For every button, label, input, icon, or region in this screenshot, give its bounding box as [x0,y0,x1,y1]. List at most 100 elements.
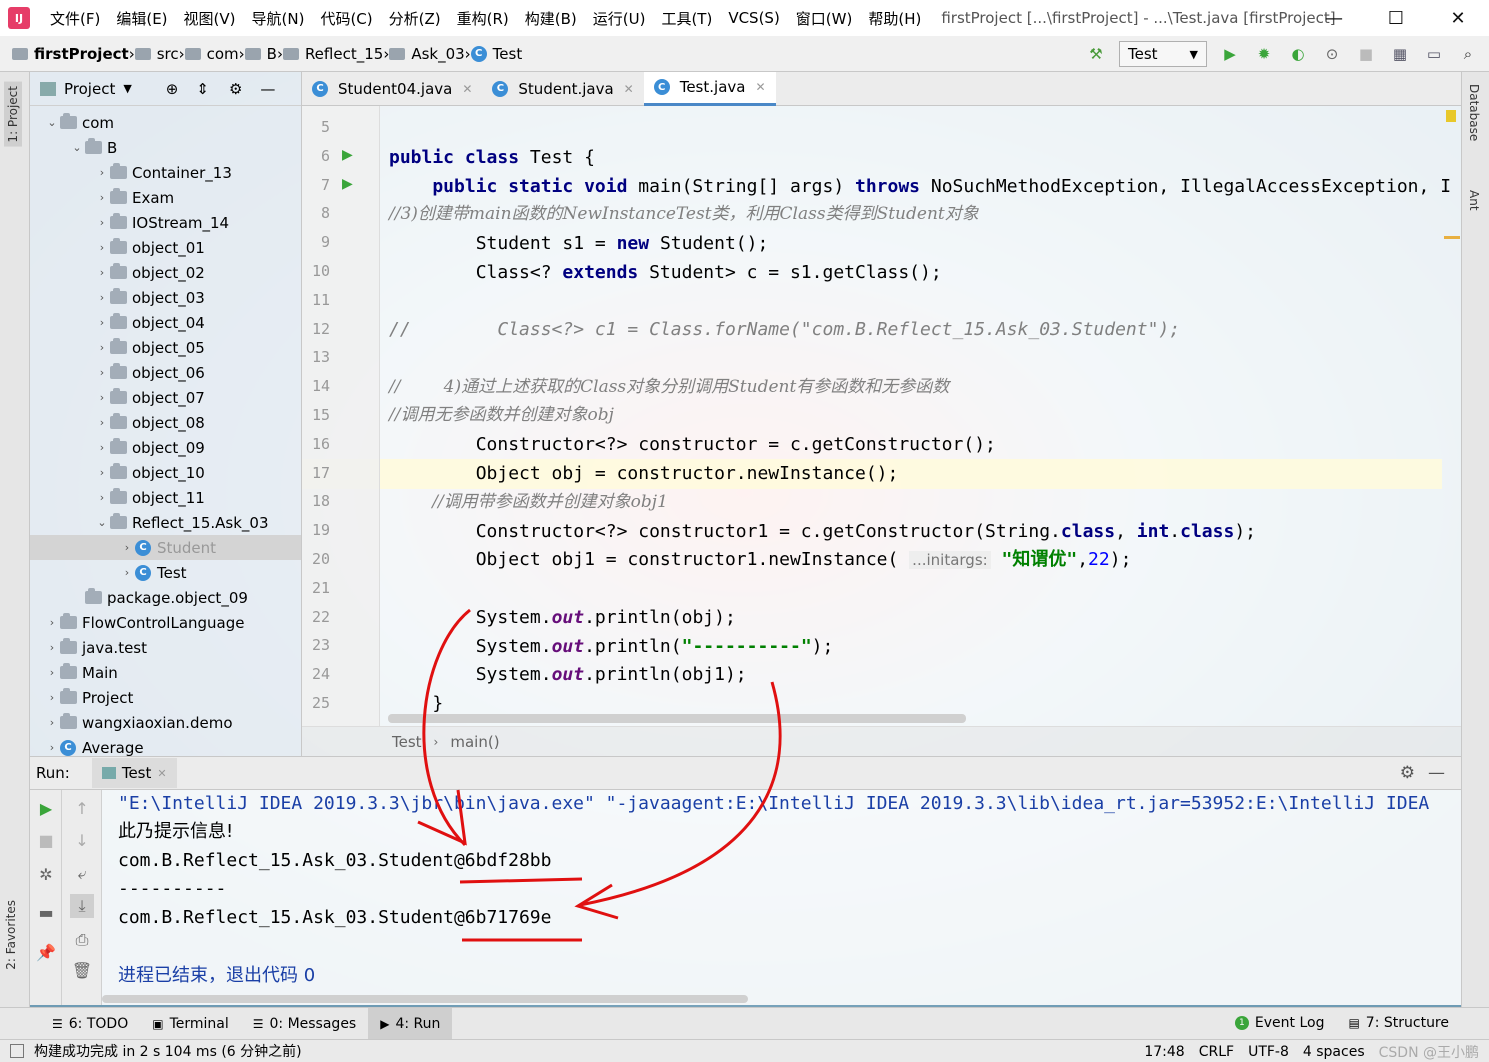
soft-wrap-icon[interactable]: ⤶ [70,862,94,886]
tree-item[interactable]: › object_08 [94,410,205,435]
tree-item[interactable]: › object_04 [94,310,205,335]
bottom-tab[interactable]: ▶ 4: Run [368,1007,453,1040]
tree-item[interactable]: › object_11 [94,485,205,510]
breadcrumb-item[interactable]: B [244,45,277,63]
build-hammer-icon[interactable]: ⚒ [1085,43,1107,65]
chevron-down-icon[interactable]: ⌄ [69,141,85,154]
chevron-right-icon[interactable]: › [94,491,110,504]
indent-setting[interactable]: 4 spaces [1303,1044,1365,1060]
project-structure-icon[interactable]: ▦ [1389,43,1411,65]
stop-icon[interactable]: ■ [1355,43,1377,65]
sdk-window-icon[interactable]: ▭ [1423,43,1445,65]
tree-item[interactable]: ⌄ Reflect_15.Ask_03 [94,510,269,535]
code-editor[interactable]: ▶ ▶ 5 6 7 8 9 10 11 12 13 14 15 16 17 18 19 20 21 22 23 24 2… [302,106,1461,726]
chevron-right-icon[interactable]: › [94,466,110,479]
crumb-class[interactable]: Test [392,733,422,751]
gear-icon[interactable]: ⚙ [1400,763,1415,783]
chevron-down-icon[interactable]: ▼ [123,82,131,95]
chevron-right-icon[interactable]: › [94,391,110,404]
coverage-icon[interactable]: ◐ [1287,43,1309,65]
file-encoding[interactable]: UTF-8 [1248,1044,1289,1060]
collapse-all-icon[interactable]: ⇕ [196,80,209,98]
hide-panel-icon[interactable]: — [260,80,275,98]
close-tab-icon[interactable]: ✕ [624,82,634,96]
menu-item[interactable]: 重构(R) [449,8,517,29]
crumb-method[interactable]: main() [450,733,499,751]
chevron-right-icon[interactable]: › [94,191,110,204]
arrow-down-icon[interactable]: ↓ [70,828,94,852]
tree-item[interactable]: ⌄ com [44,110,114,135]
tree-item[interactable]: › object_06 [94,360,205,385]
close-tab-icon[interactable]: ✕ [157,767,166,780]
tree-item[interactable]: › object_10 [94,460,205,485]
run-icon[interactable]: ▶ [1219,43,1241,65]
tree-item[interactable]: › Main [44,660,118,685]
menu-item[interactable]: 视图(V) [176,8,244,29]
structure-tab[interactable]: ▤ 7: Structure [1348,1015,1449,1031]
tree-item[interactable]: › FlowControlLanguage [44,610,245,635]
chevron-right-icon[interactable]: › [44,616,60,629]
tree-item[interactable]: ⌄ B [69,135,117,160]
stop-icon[interactable]: ■ [34,828,58,852]
horizontal-scrollbar[interactable] [388,714,966,723]
tree-item[interactable]: › object_02 [94,260,205,285]
project-panel-title[interactable]: Project [64,80,115,98]
chevron-right-icon[interactable]: › [94,241,110,254]
tree-item[interactable]: › object_07 [94,385,205,410]
cursor-position[interactable]: 17:48 [1144,1044,1184,1060]
gear-icon[interactable]: ⚙ [229,80,242,98]
chevron-right-icon[interactable]: › [119,541,135,554]
tool-tab-favorites[interactable]: 2: Favorites [4,900,18,970]
menu-item[interactable]: 运行(U) [585,8,654,29]
tree-item[interactable]: › C Test [119,560,187,585]
chevron-right-icon[interactable]: › [119,566,135,579]
chevron-right-icon[interactable]: › [44,716,60,729]
chevron-right-icon[interactable]: › [44,741,60,754]
close-tab-icon[interactable]: ✕ [462,82,472,96]
breadcrumb-item[interactable]: C Test [470,45,522,63]
chevron-right-icon[interactable]: › [44,666,60,679]
tree-item[interactable]: › wangxiaoxian.demo [44,710,233,735]
tree-item[interactable]: › object_09 [94,435,205,460]
trash-icon[interactable]: 🗑 [70,958,94,982]
search-icon[interactable]: ⌕ [1457,43,1479,65]
menu-item[interactable]: 代码(C) [312,8,380,29]
chevron-right-icon[interactable]: › [44,641,60,654]
run-gutter-icon[interactable]: ▶ [342,147,353,163]
tree-item[interactable]: › Exam [94,185,174,210]
tree-item[interactable]: › object_01 [94,235,205,260]
close-tab-icon[interactable]: ✕ [755,80,765,94]
debug-settings-icon[interactable]: ✲ [34,862,58,886]
rerun-icon[interactable]: ▶ [34,796,58,820]
maximize-icon[interactable]: ☐ [1365,0,1427,36]
tree-item[interactable]: › java.test [44,635,147,660]
console-horizontal-scrollbar[interactable] [102,995,748,1003]
run-tab-test[interactable]: Test ✕ [91,758,177,788]
tree-item[interactable]: package.object_09 [69,585,248,610]
chevron-down-icon[interactable]: ⌄ [94,516,110,529]
tree-item[interactable]: › IOStream_14 [94,210,229,235]
arrow-up-icon[interactable]: ↑ [70,796,94,820]
menu-item[interactable]: 构建(B) [517,8,585,29]
run-configuration-select[interactable]: Test ▼ [1119,41,1207,67]
menu-item[interactable]: 窗口(W) [788,8,861,29]
menu-item[interactable]: 导航(N) [244,8,313,29]
tool-tab-project[interactable]: 1: Project [4,82,22,147]
editor-tab[interactable]: C Student.java ✕ [482,72,643,106]
chevron-right-icon[interactable]: › [94,216,110,229]
breadcrumb-item[interactable]: src [134,45,179,63]
tree-item[interactable]: › object_03 [94,285,205,310]
bottom-tab[interactable]: ☰ 6: TODO [40,1008,140,1040]
editor-tab[interactable]: C Student04.java ✕ [302,72,482,106]
tool-tab-database[interactable]: Database [1467,84,1481,141]
menu-item[interactable]: 分析(Z) [381,8,449,29]
menu-item[interactable]: 工具(T) [653,8,720,29]
chevron-right-icon[interactable]: › [94,316,110,329]
event-log-tab[interactable]: 1 Event Log [1234,1015,1324,1031]
status-message[interactable]: 构建成功完成 in 2 s 104 ms (6 分钟之前) [34,1041,302,1061]
breadcrumb-item[interactable]: firstProject [12,45,129,63]
chevron-right-icon[interactable]: › [94,441,110,454]
status-toggle-icon[interactable] [10,1044,24,1058]
chevron-right-icon[interactable]: › [44,691,60,704]
menu-item[interactable]: 帮助(H) [860,8,929,29]
